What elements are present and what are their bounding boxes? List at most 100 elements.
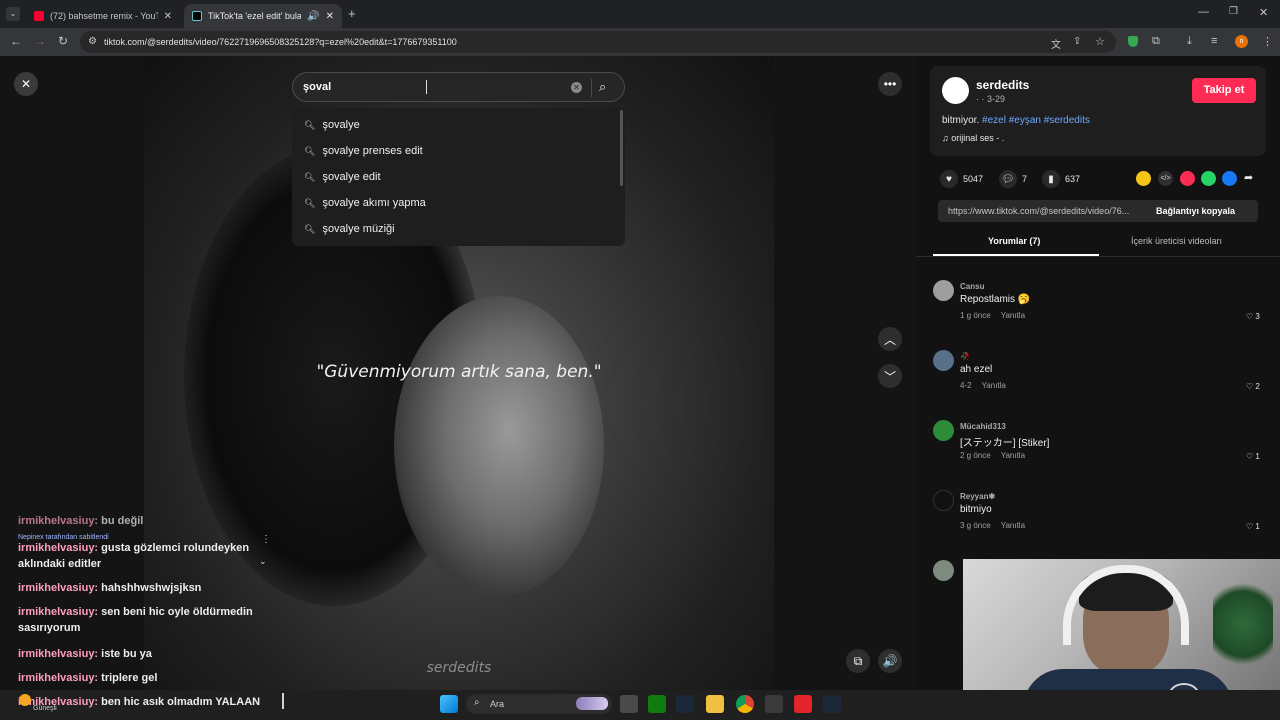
reply-button[interactable]: Yanıtla [1001,311,1025,320]
forward-icon[interactable]: → [34,34,46,48]
comment-like[interactable]: ♡ 1 [1246,452,1260,461]
author-avatar[interactable] [942,77,969,104]
tab-tiktok[interactable]: TikTok'ta 'ezel edit' bulabili 🔊 ✕ [184,4,342,28]
weather-label[interactable]: Güneşli [33,705,57,712]
shield-extension-icon[interactable] [1128,36,1138,47]
bookmark-icon: ▮ [1042,170,1060,188]
reply-button[interactable]: Yanıtla [982,381,1006,390]
webcam-headphones [1063,565,1189,645]
next-video-button[interactable]: ﹀ [878,364,902,388]
steam-icon[interactable] [676,695,694,713]
copy-link-button[interactable]: Bağlantıyı kopyala [1156,206,1235,216]
heart-outline-icon: ♡ [1246,312,1254,321]
steam-icon[interactable] [823,695,841,713]
close-tab-icon[interactable]: ✕ [164,11,172,22]
more-options-button[interactable]: ••• [878,72,902,96]
follow-button[interactable]: Takip et [1192,78,1256,103]
suggestion-item[interactable]: 🔍︎ şovalye prenses edit [292,138,617,164]
profile-avatar[interactable]: n [1235,35,1248,48]
tab-creator-videos[interactable]: İçerik üreticisi videoları [1131,236,1222,246]
search-icon: 🔍︎ [304,197,316,208]
comment-avatar[interactable] [933,280,954,301]
post-link[interactable]: https://www.tiktok.com/@serdedits/video/… [948,206,1152,216]
search-icon: 🔍︎ [304,145,316,156]
tab-youtube[interactable]: (72) bahsetme remix - YouTube ✕ [26,4,180,28]
music-info[interactable]: ♫ orijinal ses - . [942,133,1004,143]
xbox-icon[interactable] [648,695,666,713]
save-stat[interactable]: ▮ 637 [1042,170,1080,188]
comment-author[interactable]: Cansu [960,282,984,291]
translate-icon[interactable]: 文 [1051,36,1061,51]
comment-author[interactable]: Reyyan✱ [960,492,995,501]
hashtags[interactable]: #ezel #eyşan #serdedits [982,115,1090,126]
friends-share-icon[interactable] [1136,171,1151,186]
comment-meta: 4-2 Yanıtla [960,381,1006,390]
search-suggestions: 🔍︎ şovalye 🔍︎ şovalye prenses edit 🔍︎ şoval… [292,108,625,246]
mini-player-button[interactable]: ⧉ [846,649,870,673]
clear-search-icon[interactable]: ✕ [571,82,582,93]
close-video-button[interactable]: ✕ [14,72,38,96]
whatsapp-icon[interactable] [1201,171,1216,186]
embed-icon[interactable]: </> [1158,171,1173,186]
weather-widget-icon[interactable] [19,694,31,706]
bookmark-star-icon[interactable]: ☆ [1095,35,1105,48]
suggestion-item[interactable]: 🔍︎ şovalye akımı yapma [292,190,617,216]
post-date: · · 3-29 [976,94,1006,104]
start-menu-icon[interactable] [440,695,458,713]
search-input[interactable] [303,78,563,96]
volume-button[interactable]: 🔊 [878,649,902,673]
comment-author[interactable]: Mücahid313 [960,422,1006,431]
close-tab-icon[interactable]: ✕ [326,11,334,22]
send-icon[interactable] [1180,171,1195,186]
comment-like[interactable]: ♡ 3 [1246,312,1260,321]
comment-avatar[interactable] [933,560,954,581]
search-icon: 🔍︎ [304,171,316,182]
comment-like[interactable]: ♡ 1 [1246,522,1260,531]
extensions-icon[interactable]: ⧉ [1152,35,1160,48]
suggestion-item[interactable]: 🔍︎ şovalye edit [292,164,617,190]
like-stat[interactable]: ♥ 5047 [940,170,983,188]
reply-button[interactable]: Yanıtla [1001,451,1025,460]
comment-author[interactable]: 🥀 [960,352,970,361]
restore-button[interactable]: ❐ [1229,6,1238,17]
close-window-button[interactable]: ✕ [1259,6,1268,19]
chrome-icon[interactable] [736,695,754,713]
suggestion-item[interactable]: 🔍︎ şovalye müziği [292,216,617,242]
file-explorer-icon[interactable] [706,695,724,713]
download-icon[interactable]: ⤓ [1187,35,1192,48]
reply-button[interactable]: Yanıtla [1001,521,1025,530]
video-caption: "Güvenmiyorum artık sana, ben." [316,362,602,382]
previous-video-button[interactable]: ︿ [878,327,902,351]
comment-stat[interactable]: 💬︎ 7 [999,170,1027,188]
comment-avatar[interactable] [933,350,954,371]
speaker-icon[interactable]: 🔊 [307,11,319,22]
tab-comments[interactable]: Yorumlar (7) [988,236,1040,246]
tab-list-button[interactable]: ⌄ [6,7,20,21]
site-info-icon[interactable]: ⚙ [88,36,97,47]
amd-icon[interactable] [794,695,812,713]
chat-message: irmikhelvasiuy: triplere gel [18,672,158,684]
heart-outline-icon: ♡ [1246,452,1254,461]
comment-text: [ステッカー] [Stiker] [960,438,1050,449]
back-icon[interactable]: ← [10,34,22,48]
suggestions-scrollbar[interactable] [620,110,623,186]
author-username[interactable]: serdedits [976,78,1029,92]
new-tab-button[interactable]: + [348,6,356,21]
app-icon[interactable] [765,695,783,713]
reload-icon[interactable]: ↻ [58,34,68,48]
task-view-icon[interactable] [620,695,638,713]
media-icon[interactable]: ≡ [1211,35,1217,47]
comment-avatar[interactable] [933,420,954,441]
menu-kebab-icon[interactable]: ⋮ [1262,35,1273,48]
chat-message: irmikhelvasiuy: gusta gözlemci rolundeyk… [18,542,250,570]
comment-avatar[interactable] [933,490,954,511]
facebook-icon[interactable] [1222,171,1237,186]
suggestion-item[interactable]: 🔍︎ şovalye [292,112,617,138]
url-text[interactable]: tiktok.com/@serdedits/video/762271969650… [104,37,457,47]
search-icon: 🔍︎ [304,119,316,130]
comment-like[interactable]: ♡ 2 [1246,382,1260,391]
install-icon[interactable]: ⇪ [1073,36,1081,47]
search-icon[interactable]: ⌕ [599,79,606,95]
minimize-button[interactable]: — [1198,6,1209,18]
share-arrow-icon[interactable]: ➦ [1244,171,1253,184]
